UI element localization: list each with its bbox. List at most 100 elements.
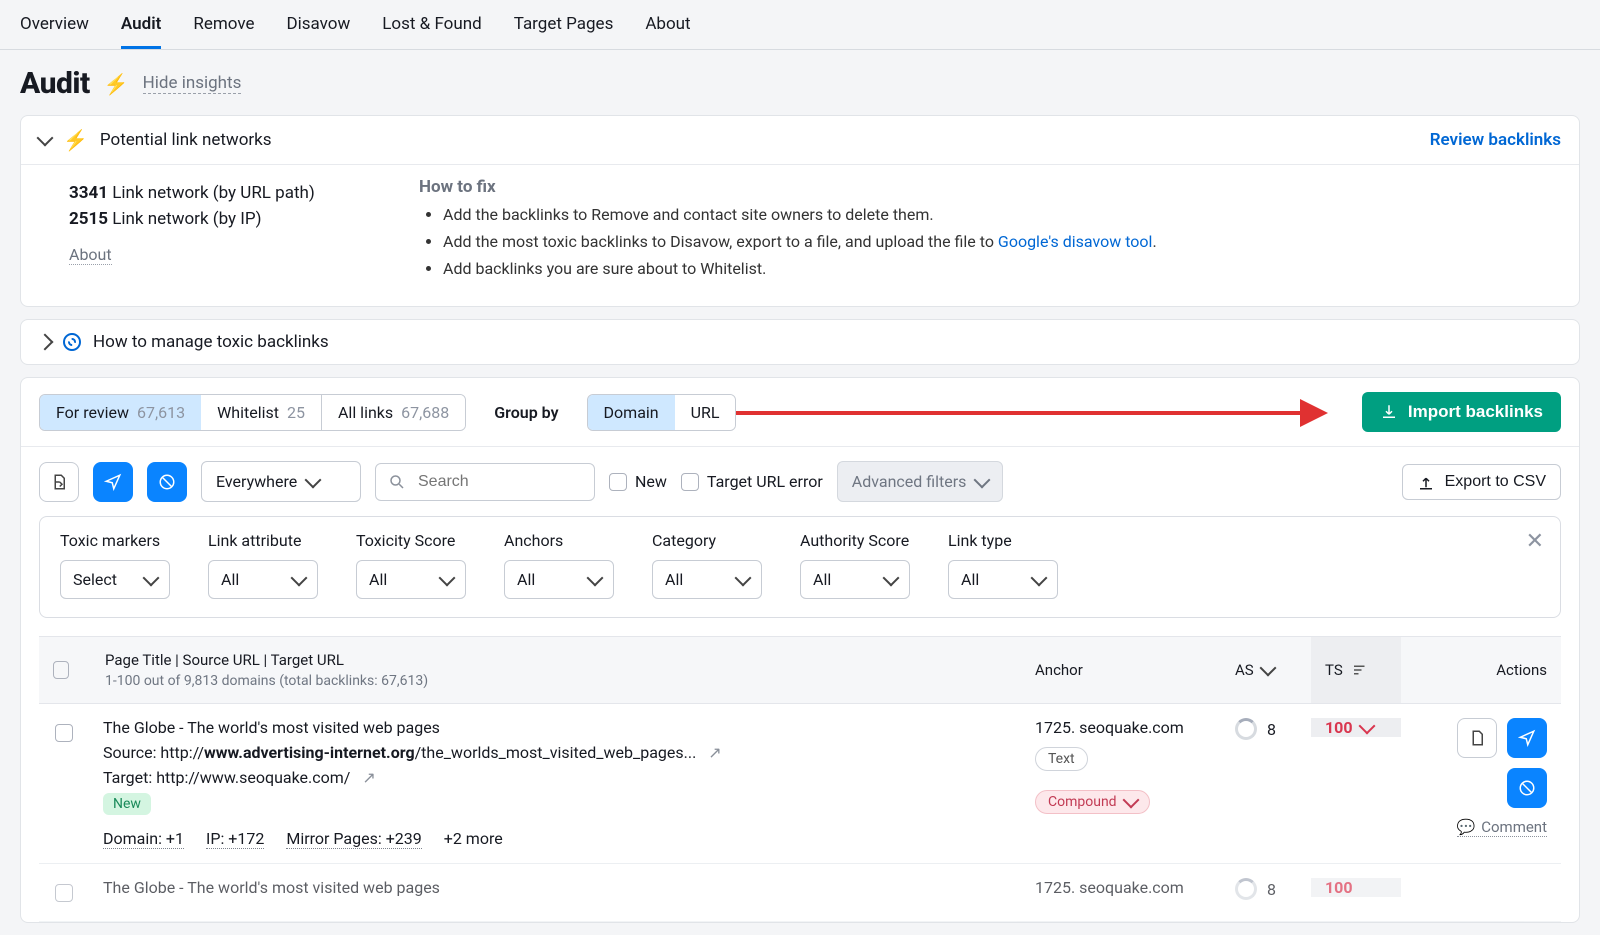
f-label: Authority Score (800, 531, 910, 550)
row-checkbox[interactable] (55, 724, 73, 742)
anchor-text-chip: Text (1035, 747, 1088, 771)
chevron-down-icon[interactable] (37, 130, 54, 147)
group-by-label: Group by (494, 403, 558, 422)
sort-icon (1351, 661, 1369, 679)
send-icon (104, 473, 122, 491)
f-anchors[interactable]: All (504, 560, 614, 599)
table-row: The Globe - The world's most visited web… (39, 704, 1561, 864)
tab-target-pages[interactable]: Target Pages (514, 0, 614, 49)
f-authority-score[interactable]: All (800, 560, 910, 599)
annotation-arrow (736, 402, 1327, 422)
f-link-attribute[interactable]: All (208, 560, 318, 599)
row-checkbox[interactable] (55, 884, 73, 902)
tab-disavow[interactable]: Disavow (286, 0, 350, 49)
anchor-text: 1725. seoquake.com (1035, 878, 1207, 897)
as-ring-icon (1235, 718, 1257, 740)
group-by-url[interactable]: URL (675, 395, 736, 430)
tab-lost-found[interactable]: Lost & Found (382, 0, 481, 49)
checkbox-target-url-error[interactable]: Target URL error (681, 472, 823, 492)
hide-insights-link[interactable]: Hide insights (143, 73, 242, 94)
tab-for-review[interactable]: For review67,613 (39, 394, 202, 431)
more-link[interactable]: +2 more (444, 829, 503, 849)
download-icon (1380, 403, 1398, 421)
scope-select[interactable]: Everywhere (201, 461, 361, 502)
f-category[interactable]: All (652, 560, 762, 599)
ts-value[interactable]: 100 (1325, 878, 1387, 897)
net-url-label: Link network (by URL path) (112, 183, 315, 203)
disavow-tool-link[interactable]: Google's disavow tool (998, 232, 1153, 251)
domain-link[interactable]: Domain: +1 (103, 829, 184, 849)
row-send-button[interactable] (1507, 718, 1547, 758)
how-item: Add backlinks you are sure about to Whit… (443, 259, 1561, 278)
manage-toxic-card: How to manage toxic backlinks (20, 319, 1580, 365)
as-value: 8 (1267, 880, 1276, 899)
tab-audit[interactable]: Audit (121, 0, 161, 49)
filters-panel: ✕ Toxic markersSelect Link attributeAll … (39, 516, 1561, 618)
about-link[interactable]: About (69, 245, 112, 265)
manage-toxic-title: How to manage toxic backlinks (93, 332, 329, 352)
tab-all-links[interactable]: All links67,688 (322, 395, 465, 430)
net-ip-count: 2515 (69, 209, 108, 229)
tab-about[interactable]: About (645, 0, 690, 49)
external-link-icon[interactable]: ↗ (708, 743, 721, 762)
th-anchor[interactable]: Anchor (1021, 637, 1221, 703)
review-backlinks-link[interactable]: Review backlinks (1430, 130, 1561, 150)
ts-value[interactable]: 100 (1325, 718, 1387, 737)
search-input-wrap (375, 463, 595, 501)
copy-to-button[interactable] (39, 462, 79, 502)
net-url-count: 3341 (69, 183, 108, 203)
f-toxicity-score[interactable]: All (356, 560, 466, 599)
how-to-fix-title: How to fix (419, 177, 1561, 197)
group-by-domain[interactable]: Domain (587, 394, 676, 431)
export-csv-button[interactable]: Export to CSV (1402, 464, 1561, 500)
chevron-right-icon[interactable] (37, 334, 54, 351)
gear-icon (63, 333, 81, 351)
comment-button[interactable]: 💬 Comment (1457, 818, 1547, 837)
document-icon (50, 473, 68, 491)
send-button[interactable] (93, 462, 133, 502)
row-source: Source: http://www.advertising-internet.… (103, 743, 1007, 762)
table-row: The Globe - The world's most visited web… (39, 864, 1561, 922)
as-value: 8 (1267, 720, 1276, 739)
ip-link[interactable]: IP: +172 (206, 829, 264, 849)
block-icon (1518, 779, 1536, 797)
f-label: Link attribute (208, 531, 318, 550)
tab-whitelist[interactable]: Whitelist25 (201, 395, 322, 430)
review-whitelist-tabs: For review67,613 Whitelist25 All links67… (39, 394, 466, 431)
tab-remove[interactable]: Remove (193, 0, 254, 49)
net-ip-label: Link network (by IP) (112, 209, 261, 229)
how-item: Add the backlinks to Remove and contact … (443, 205, 1561, 224)
tab-overview[interactable]: Overview (20, 0, 89, 49)
search-input[interactable] (416, 472, 556, 492)
checkbox-new[interactable]: New (609, 472, 667, 492)
send-icon (1518, 729, 1536, 747)
th-ts[interactable]: TS (1311, 637, 1401, 703)
group-by-seg: Domain URL (587, 394, 737, 431)
row-block-button[interactable] (1507, 768, 1547, 808)
document-icon (1468, 729, 1486, 747)
bolt-icon: ⚡ (104, 72, 129, 96)
f-link-type[interactable]: All (948, 560, 1058, 599)
mirror-link[interactable]: Mirror Pages: +239 (286, 829, 421, 849)
advanced-filters-toggle[interactable]: Advanced filters (837, 461, 1004, 502)
insight-title: Potential link networks (100, 130, 272, 150)
as-ring-icon (1235, 878, 1257, 900)
th-page: Page Title | Source URL | Target URL (105, 651, 344, 669)
new-badge: New (103, 793, 151, 815)
block-button[interactable] (147, 462, 187, 502)
f-label: Link type (948, 531, 1058, 550)
backlinks-table: Page Title | Source URL | Target URL 1-1… (39, 636, 1561, 922)
external-link-icon[interactable]: ↗ (362, 768, 375, 787)
import-backlinks-button[interactable]: Import backlinks (1362, 392, 1561, 432)
th-as[interactable]: AS (1221, 637, 1311, 703)
row-copy-button[interactable] (1457, 718, 1497, 758)
compound-chip[interactable]: Compound (1035, 790, 1150, 814)
search-icon (388, 473, 406, 491)
f-label: Toxic markers (60, 531, 170, 550)
select-all-checkbox[interactable] (53, 661, 69, 679)
insight-card: ⚡ Potential link networks Review backlin… (20, 115, 1580, 307)
row-title: The Globe - The world's most visited web… (103, 878, 1007, 897)
f-toxic-markers[interactable]: Select (60, 560, 170, 599)
page-title: Audit (20, 66, 90, 101)
close-icon[interactable]: ✕ (1526, 529, 1544, 554)
